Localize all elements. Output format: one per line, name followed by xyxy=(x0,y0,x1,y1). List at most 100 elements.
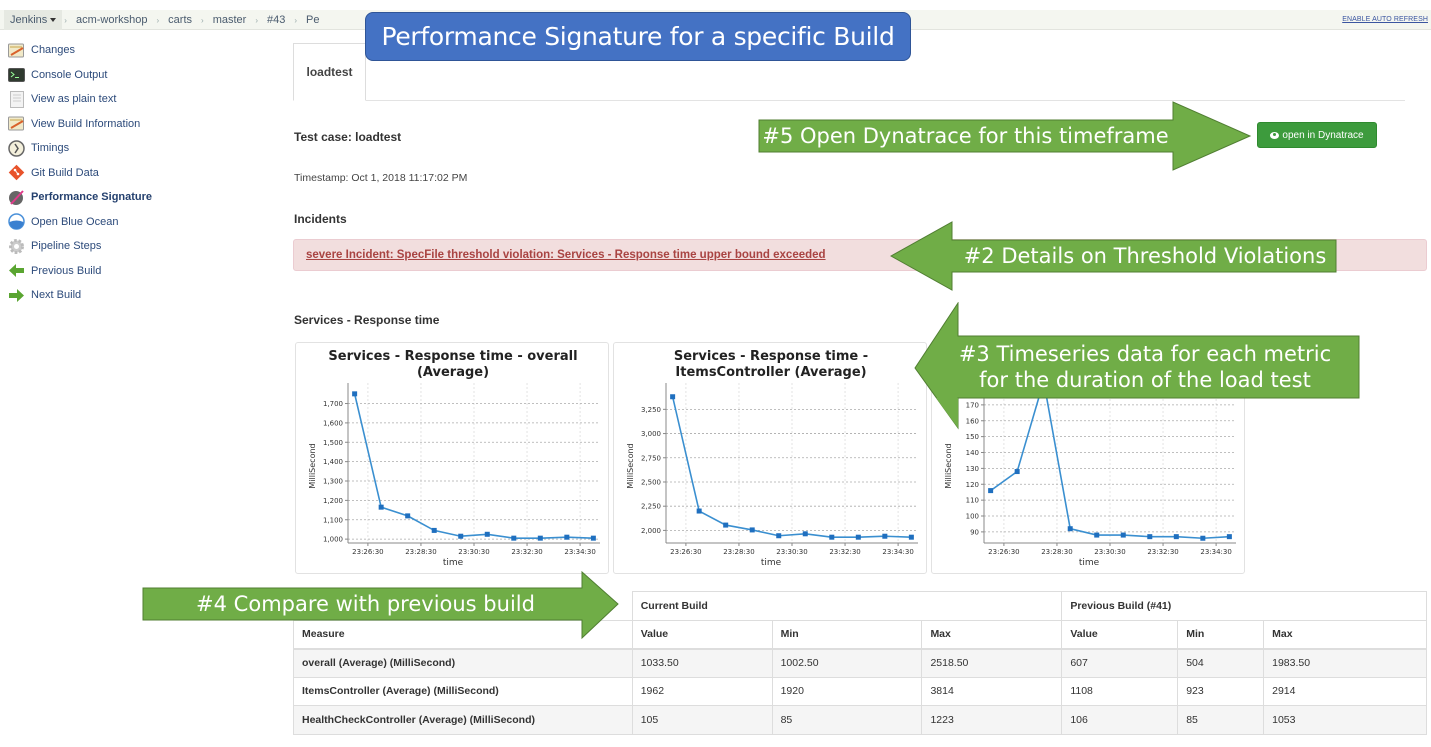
table-cell: 3814 xyxy=(921,676,1063,706)
column-header: Max xyxy=(921,619,1063,650)
chevron-right-icon: › xyxy=(201,15,204,25)
data-point xyxy=(1147,534,1153,540)
sidebar-item-console-output[interactable]: Console Output xyxy=(8,63,268,88)
table-cell: 1053 xyxy=(1263,705,1427,735)
x-tick-label: 23:26:30 xyxy=(670,548,701,556)
arrow-left-icon xyxy=(8,262,25,279)
y-axis-label: MilliSecond xyxy=(626,443,635,488)
y-tick-label: 1,000 xyxy=(323,536,343,544)
enable-auto-refresh-link[interactable]: ENABLE AUTO REFRESH xyxy=(1342,16,1428,23)
chevron-right-icon: › xyxy=(64,15,67,25)
data-point xyxy=(537,535,543,541)
sidebar-item-open-blue-ocean[interactable]: Open Blue Ocean xyxy=(8,210,268,235)
table-cell: 1962 xyxy=(631,676,773,706)
section-heading: Services - Response time xyxy=(294,313,440,327)
y-tick-label: 1,400 xyxy=(323,458,343,466)
breadcrumb-jenkins[interactable]: Jenkins xyxy=(4,10,63,30)
chart-overall: Services - Response time - overall (Avera… xyxy=(295,342,609,574)
tab-loadtest[interactable]: loadtest xyxy=(293,43,366,101)
table-cell: 504 xyxy=(1177,648,1265,678)
sidebar-item-changes[interactable]: Changes xyxy=(8,38,268,63)
breadcrumb-acm-workshop[interactable]: acm-workshop xyxy=(69,10,155,30)
chevron-right-icon: › xyxy=(156,15,160,25)
sidebar-item-next-build[interactable]: Next Build xyxy=(8,283,268,308)
breadcrumb-master[interactable]: master xyxy=(206,10,254,30)
table-cell: 1223 xyxy=(921,705,1063,735)
breadcrumb-build-43[interactable]: #43 xyxy=(260,10,292,30)
breadcrumb-performance[interactable]: Pe xyxy=(299,10,326,30)
x-axis-label: time xyxy=(443,558,464,568)
x-axis-label: time xyxy=(761,558,782,568)
chart-title: ItemsController (Average) xyxy=(675,365,866,380)
table-row: ItemsController (Average) (MilliSecond) … xyxy=(293,676,1427,706)
sidebar-item-label: Changes xyxy=(31,44,76,57)
incident-link[interactable]: severe Incident: SpecFile threshold viol… xyxy=(306,249,826,261)
chart-items-controller-svg: Services - Response time -ItemsControlle… xyxy=(626,349,918,568)
data-point xyxy=(882,533,888,539)
measure-cell: HealthCheckController (Average) (MilliSe… xyxy=(293,705,633,735)
breadcrumb-carts[interactable]: carts xyxy=(161,10,199,30)
sidebar-item-label: Timings xyxy=(31,142,70,155)
notepad-icon xyxy=(8,115,25,132)
data-point xyxy=(1173,534,1179,540)
x-tick-label: 23:30:30 xyxy=(1094,548,1125,556)
x-tick-label: 23:26:30 xyxy=(352,548,383,556)
title-callout: Performance Signature for a specific Bui… xyxy=(365,12,911,61)
data-point xyxy=(670,394,676,400)
callout-4-text: #4 Compare with previous build xyxy=(196,592,535,617)
y-tick-label: 2,750 xyxy=(641,454,661,462)
callout-3-text: #3 Timeseries data for each metric for t… xyxy=(950,337,1340,397)
sidebar-item-label: Next Build xyxy=(31,289,82,302)
table-cell: 85 xyxy=(1177,705,1265,735)
data-point xyxy=(378,504,384,510)
column-header: Value xyxy=(631,619,773,650)
sidebar-item-view-plain-text[interactable]: View as plain text xyxy=(8,87,268,112)
y-tick-label: 3,250 xyxy=(641,406,661,414)
data-point xyxy=(590,535,596,541)
y-tick-label: 2,500 xyxy=(641,478,661,486)
breadcrumb: Jenkins › acm-workshop › carts › master … xyxy=(4,10,326,30)
table-cell: 2518.50 xyxy=(921,648,1063,678)
notepad-icon xyxy=(8,42,25,59)
sidebar-item-label: View as plain text xyxy=(31,93,117,106)
data-point xyxy=(776,533,782,539)
y-tick-label: 90 xyxy=(970,528,979,536)
table-cell: 85 xyxy=(771,705,923,735)
callout-3-line-2: for the duration of the load test xyxy=(979,368,1311,392)
table-cell: 923 xyxy=(1177,676,1265,706)
data-point xyxy=(802,531,808,537)
sidebar-item-performance-signature[interactable]: Performance Signature xyxy=(8,185,268,210)
table-cell: 1983.50 xyxy=(1263,648,1427,678)
chart-title: Services - Response time - overall xyxy=(328,349,577,364)
sidebar-item-git-build-data[interactable]: Git Build Data xyxy=(8,161,268,186)
performance-icon xyxy=(8,189,25,206)
x-tick-label: 23:28:30 xyxy=(405,548,436,556)
sidebar-item-view-build-information[interactable]: View Build Information xyxy=(8,112,268,137)
table-cell: 106 xyxy=(1061,705,1179,735)
data-point xyxy=(829,534,835,540)
chevron-right-icon: › xyxy=(294,15,298,25)
y-tick-label: 130 xyxy=(966,465,979,473)
callout-5-text: #5 Open Dynatrace for this timeframe xyxy=(762,124,1169,149)
x-tick-label: 23:32:30 xyxy=(511,548,542,556)
table-cell: 1920 xyxy=(771,676,923,706)
y-tick-label: 1,100 xyxy=(323,516,343,524)
sidebar-item-pipeline-steps[interactable]: Pipeline Steps xyxy=(8,234,268,259)
open-in-dynatrace-button[interactable]: open in Dynatrace xyxy=(1257,122,1377,148)
caret-down-icon[interactable] xyxy=(50,18,57,23)
y-tick-label: 140 xyxy=(966,449,979,457)
y-tick-label: 110 xyxy=(966,497,979,505)
data-point xyxy=(1120,532,1126,538)
table-cell: 1002.50 xyxy=(771,648,923,678)
y-tick-label: 100 xyxy=(966,513,979,521)
y-tick-label: 120 xyxy=(966,481,979,489)
data-point xyxy=(1067,526,1073,532)
sidebar-item-previous-build[interactable]: Previous Build xyxy=(8,259,268,284)
measure-cell: ItemsController (Average) (MilliSecond) xyxy=(293,676,633,706)
sidebar-item-label: Pipeline Steps xyxy=(31,240,102,253)
sidebar-item-label: Git Build Data xyxy=(31,166,99,179)
chart-title: Services - Response time - xyxy=(674,349,868,364)
table-cell: 105 xyxy=(631,705,773,735)
sidebar-item-timings[interactable]: Timings xyxy=(8,136,268,161)
data-point xyxy=(1014,469,1020,475)
